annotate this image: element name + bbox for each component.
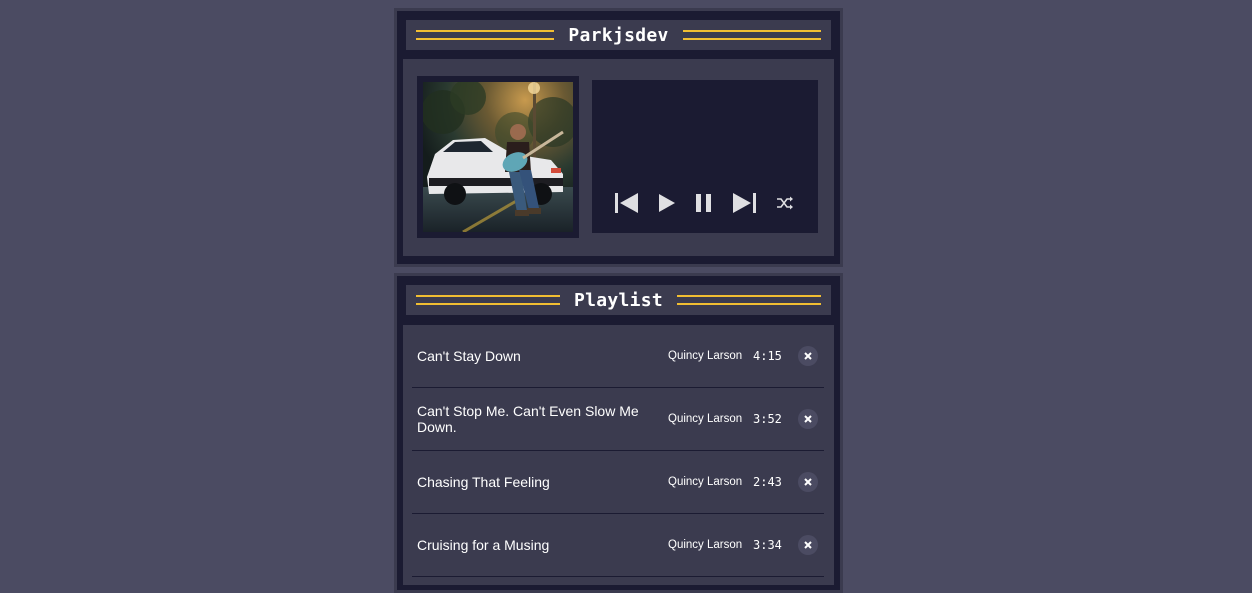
player-controls-display	[592, 80, 818, 233]
skip-previous-icon	[615, 193, 638, 213]
title-bar-decoration-right	[677, 295, 822, 305]
song-title: Can't Stay Down	[417, 348, 521, 364]
close-icon	[804, 541, 812, 549]
close-icon	[804, 352, 812, 360]
song-duration: 2:43	[753, 475, 782, 489]
song-title: Chasing That Feeling	[417, 474, 550, 490]
player-title-bar: Parkjsdev	[406, 20, 831, 50]
playlist-song[interactable]: Can't Stay Down Quincy Larson 4:15	[412, 325, 824, 388]
playlist-song[interactable]: Can't Stop Me. Can't Even Slow Me Down. …	[412, 388, 824, 451]
close-icon	[804, 478, 812, 486]
previous-button[interactable]	[613, 190, 641, 216]
song-artist: Quincy Larson	[668, 539, 743, 551]
player-title: Parkjsdev	[568, 24, 669, 46]
player-controls	[592, 190, 818, 216]
playlist-title-bar: Playlist	[406, 285, 831, 315]
shuffle-button[interactable]	[771, 190, 799, 216]
delete-song-button[interactable]	[798, 346, 818, 366]
play-button[interactable]	[653, 190, 681, 216]
song-artist: Quincy Larson	[668, 413, 743, 425]
playlist-songs: Can't Stay Down Quincy Larson 4:15 Can't…	[403, 325, 834, 585]
playlist-panel: Playlist Can't Stay Down Quincy Larson 4…	[394, 273, 843, 593]
playlist-title: Playlist	[573, 289, 664, 311]
song-duration: 3:52	[753, 412, 782, 426]
shuffle-icon	[777, 196, 793, 210]
delete-song-button[interactable]	[798, 409, 818, 429]
song-duration: 3:34	[753, 538, 782, 552]
title-bar-decoration-left	[416, 295, 560, 305]
title-bar-decoration-left	[416, 30, 555, 40]
pause-button[interactable]	[690, 190, 718, 216]
player-panel: Parkjsdev	[394, 8, 843, 267]
song-title: Can't Stop Me. Can't Even Slow Me Down.	[417, 403, 639, 435]
delete-song-button[interactable]	[798, 535, 818, 555]
skip-next-icon	[733, 193, 756, 213]
album-art-frame	[417, 76, 579, 238]
player-content	[403, 59, 834, 256]
playlist-song[interactable]: Cruising for a Musing Quincy Larson 3:34	[412, 514, 824, 577]
song-artist: Quincy Larson	[668, 476, 743, 488]
song-artist: Quincy Larson	[668, 350, 743, 362]
playlist-song[interactable]: Chasing That Feeling Quincy Larson 2:43	[412, 451, 824, 514]
title-bar-decoration-right	[682, 30, 822, 40]
next-button[interactable]	[730, 190, 758, 216]
song-duration: 4:15	[753, 349, 782, 363]
album-art-image	[423, 82, 573, 232]
close-icon	[804, 415, 812, 423]
song-title: Cruising for a Musing	[417, 537, 550, 553]
pause-icon	[696, 194, 711, 212]
album-art	[423, 82, 573, 232]
delete-song-button[interactable]	[798, 472, 818, 492]
play-icon	[659, 194, 675, 212]
